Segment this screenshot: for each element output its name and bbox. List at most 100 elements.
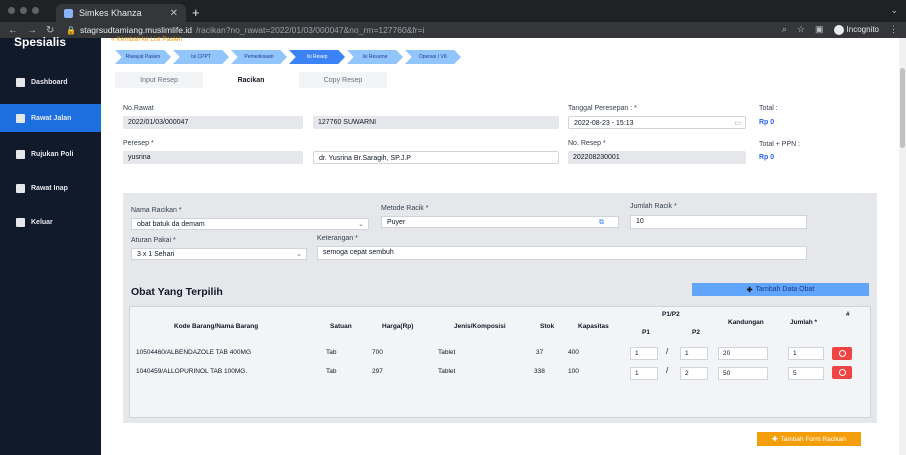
row-stok: 338 [534,368,545,375]
col-kapasitas: Kapasitas [578,323,609,330]
close-window-dot[interactable] [8,7,15,14]
metode-racik-select[interactable]: Puyer ⧉ [381,216,619,228]
col-kandungan: Kandungan [728,319,764,326]
reload-icon[interactable]: ↻ [46,25,54,36]
nama-racikan-label: Nama Racikan * [131,207,182,214]
obat-terpilih-title: Obat Yang Terpilih [131,286,223,298]
bookmark-star-icon[interactable]: ☆ [797,24,805,35]
delete-row-button[interactable] [832,347,852,360]
sidebar-item-rawat-jalan[interactable]: Rawat Jalan [0,104,101,132]
logout-icon [16,217,25,227]
forward-arrow-icon[interactable]: → [27,25,37,36]
tanggal-field[interactable]: 2022-08-23 - 15:13 ▭ [568,116,746,129]
tab-close-icon[interactable]: ✕ [170,8,178,19]
no-rawat-field: 2022/01/03/000047 [123,116,303,129]
tanggal-label: Tanggal Peresepan : * [568,105,637,112]
kandungan-input[interactable]: 20 [718,347,768,360]
col-action: # [846,311,850,318]
resep-tabs: Input Resep Racikan Copy Resep [115,72,387,88]
p1-input[interactable]: 1 [630,367,658,380]
row-kapasitas: 100 [568,368,579,375]
nama-racikan-value: obat batuk da demam [137,221,205,228]
row-stok: 37 [536,349,544,356]
p1-input[interactable]: 1 [630,347,658,360]
bed-icon [16,149,25,159]
external-link-icon[interactable]: ⧉ [599,219,604,227]
sidebar-item-label: Keluar [31,218,53,226]
col-jumlah: Jumlah * [790,319,818,326]
aturan-pakai-select[interactable]: 3 x 1 Sehari ⌄ [131,248,307,260]
fraction-slash: / [666,366,669,375]
minimize-window-dot[interactable] [20,7,27,14]
row-harga: 297 [372,368,383,375]
back-to-patient-list-link[interactable]: « Kembali ke List Pasien [111,36,182,43]
sidebar-item-dashboard[interactable]: Dashboard [0,70,101,94]
col-p1p2: P1/P2 [662,311,680,318]
step-resep[interactable]: Isi Resep [289,50,345,64]
no-resep-label: No. Resep * [568,140,606,147]
plus-icon: ✚ [746,286,753,294]
zoom-icon[interactable]: ⌕ [782,24,787,35]
new-tab-icon[interactable]: + [192,5,200,20]
incognito-icon [833,24,844,35]
back-arrow-icon[interactable]: ← [8,25,18,36]
sidebar-item-rujukan-poli[interactable]: Rujukan Poli [0,142,101,166]
step-riwayat[interactable]: Riwayat Pasien [115,50,171,64]
maximize-window-dot[interactable] [32,7,39,14]
address-bar[interactable]: 🔒 stagrsudtamiang.muslimlife.id/racikan?… [66,23,766,37]
calendar-icon[interactable]: ▭ [734,119,741,127]
tambah-data-obat-button[interactable]: ✚ Tambah Data Obat [692,283,869,296]
peresep-label: Peresep * [123,140,154,147]
col-kode: Kode Barang/Nama Barang [174,323,259,330]
fraction-slash: / [666,347,669,356]
tambah-form-racikan-button[interactable]: ✚ Tambah Form Racikan [757,432,861,446]
jumlah-input[interactable]: 5 [788,367,824,380]
jumlah-racik-label: Jumlah Racik * [630,203,677,210]
browser-window: Simkes Khanza ✕ + ⌄ ← → ↻ 🔒 stagrsudtami… [0,0,906,455]
total-value: Rp 0 [759,119,775,126]
racikan-panel: Nama Racikan * obat batuk da demam ⌄ Met… [123,193,877,423]
browser-tab[interactable]: Simkes Khanza ✕ [56,4,186,22]
p2-input[interactable]: 2 [680,367,708,380]
total-ppn-label: Total + PPN : [759,141,801,148]
dokter-field: dr. Yusrina Br.Saragih, SP.J.P [313,151,559,164]
p2-input[interactable]: 1 [680,347,708,360]
nama-racikan-select[interactable]: obat batuk da demam ⌄ [131,218,369,230]
sidepanel-icon[interactable]: ▣ [815,24,824,35]
row-jenis: Tablet [438,349,456,356]
row-kode: 1040459/ALLOPURINOL TAB 100MG. [136,368,248,375]
step-resume[interactable]: Isi Resume [347,50,403,64]
page-scrollbar[interactable] [899,38,906,455]
step-pemeriksaan[interactable]: Pemeriksaan [231,50,287,64]
browser-menu-icon[interactable]: ⋮ [889,24,898,35]
jumlah-input[interactable]: 1 [788,347,824,360]
main-content: « Kembali ke List Pasien Riwayat Pasien … [101,36,906,455]
tab-search-chevron-icon[interactable]: ⌄ [890,5,898,16]
scrollbar-thumb[interactable] [900,68,905,148]
delete-row-button[interactable] [832,366,852,379]
app: Spesialis Dashboard Rawat Jalan Rujukan … [0,35,906,455]
favicon-icon [64,8,73,18]
row-kode: 10504460/ALBENDAZOLE TAB 400MG [136,349,252,356]
tab-racikan[interactable]: Racikan [207,72,295,88]
window-controls[interactable] [8,7,39,14]
delete-icon [838,350,846,357]
row-satuan: Tab [326,349,337,356]
sidebar-item-rawat-inap[interactable]: Rawat Inap [0,176,101,200]
chevron-down-icon: ⌄ [358,221,364,228]
row-satuan: Tab [326,368,337,375]
keterangan-input[interactable]: semoga cepat sembuh [317,246,807,260]
incognito-indicator[interactable]: Incognito [833,24,879,35]
kandungan-input[interactable]: 50 [718,367,768,380]
tab-input-resep[interactable]: Input Resep [115,72,203,88]
tab-copy-resep[interactable]: Copy Resep [299,72,387,88]
sidebar-brand: Spesialis [14,35,67,49]
sidebar: Spesialis Dashboard Rawat Jalan Rujukan … [0,35,101,455]
title-bar: Simkes Khanza ✕ + ⌄ [0,0,906,22]
sidebar-item-label: Rujukan Poli [31,150,74,158]
sidebar-item-keluar[interactable]: Keluar [0,210,101,234]
step-operasi[interactable]: Operasi / VK [405,50,461,64]
step-cppt[interactable]: Isi CPPT [173,50,229,64]
obat-table: Kode Barang/Nama Barang Satuan Harga(Rp)… [129,306,871,418]
jumlah-racik-input[interactable]: 10 [630,215,807,229]
